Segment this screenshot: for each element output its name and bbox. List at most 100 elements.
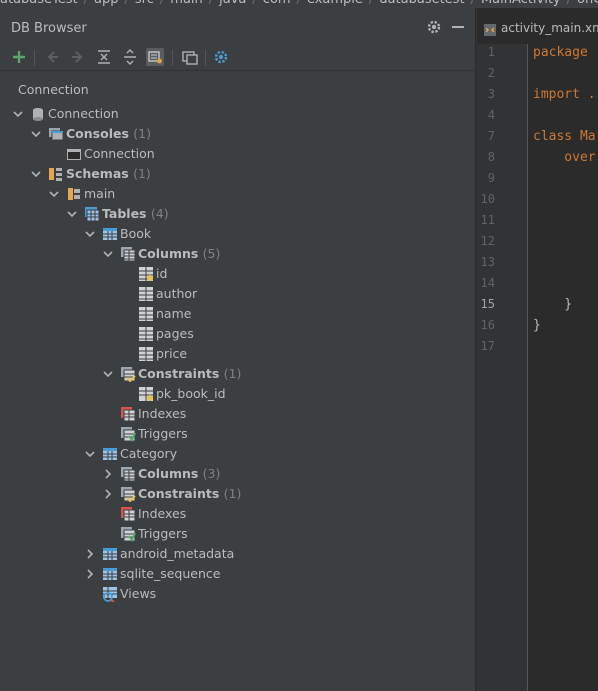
- line-number: 17: [480, 339, 495, 353]
- chevron-down-icon[interactable]: [84, 447, 96, 461]
- chevron-down-icon[interactable]: [102, 247, 114, 261]
- tree-node-text: Constraints: [138, 486, 220, 501]
- panel-title: DB Browser: [11, 21, 87, 36]
- chevron-down-icon[interactable]: [102, 367, 114, 381]
- breadcrumb-item[interactable]: DatabaseTest: [0, 0, 78, 7]
- tree-node-triggers[interactable]: Triggers: [0, 524, 475, 544]
- tree-node-text: Indexes: [138, 406, 187, 421]
- tree-node-indexes[interactable]: Indexes: [0, 504, 475, 524]
- line-gutter: 1 2 3 4 7 8 9 10 11 12 13 14 15 16 17: [477, 44, 528, 691]
- editor-tab[interactable]: activity_main.xml: [477, 20, 598, 40]
- tree-node-count: (4): [150, 206, 169, 221]
- table-icon: [102, 446, 118, 462]
- tree-node-count: (1): [133, 166, 151, 181]
- tree-node-count: (1): [223, 366, 242, 381]
- tree-node-price[interactable]: price: [0, 344, 475, 364]
- breadcrumb-item[interactable]: onCre: [577, 0, 598, 7]
- editor-tab-label: activity_main.xml: [501, 21, 598, 35]
- tree-node-name[interactable]: name: [0, 304, 475, 324]
- tree-node-text: id: [156, 266, 168, 281]
- tree-node-text: Constraints: [138, 366, 220, 381]
- indexes-icon: [120, 406, 136, 422]
- tree-node-category[interactable]: Category: [0, 444, 475, 464]
- chevron-down-icon[interactable]: [30, 127, 42, 141]
- back-icon[interactable]: [44, 48, 62, 66]
- toolbar-separator: [34, 50, 35, 66]
- tree-node-text: Book: [120, 226, 152, 241]
- chevron-right-icon[interactable]: [102, 467, 114, 481]
- tree-node-connection[interactable]: Connection: [0, 104, 475, 124]
- tree-node-label: Schemas (1): [66, 166, 151, 181]
- breadcrumb-item[interactable]: MainActivity: [481, 0, 561, 7]
- minimize-icon[interactable]: [452, 26, 464, 28]
- chevron-right-icon[interactable]: [84, 567, 96, 581]
- breadcrumb-separator: /: [209, 0, 213, 7]
- tree-node-pages[interactable]: pages: [0, 324, 475, 344]
- tree-node-label: main: [84, 186, 115, 201]
- tree-node-text: Views: [120, 586, 157, 601]
- breadcrumb-item[interactable]: java: [219, 0, 246, 7]
- views-icon: [102, 586, 118, 603]
- code-line: }: [533, 297, 573, 312]
- line-number: 11: [480, 213, 495, 227]
- line-number: 4: [487, 108, 495, 122]
- tree-node-id[interactable]: id: [0, 264, 475, 284]
- tree-node-constraints[interactable]: Constraints (1): [0, 484, 475, 504]
- breadcrumb-item[interactable]: main: [170, 0, 202, 7]
- breadcrumb-item[interactable]: src: [135, 0, 154, 7]
- settings-icon[interactable]: [212, 48, 230, 66]
- chevron-down-icon[interactable]: [84, 227, 96, 241]
- tree-node-count: (3): [202, 466, 221, 481]
- breadcrumb-item[interactable]: databasetest: [379, 0, 464, 7]
- tree-node-text: Tables: [102, 206, 147, 221]
- tree-node-views[interactable]: Views: [0, 584, 475, 604]
- code-line: class Ma: [533, 129, 596, 144]
- tree-node-connection[interactable]: Connection: [0, 144, 475, 164]
- expand-all-icon[interactable]: [121, 48, 139, 66]
- tree-node-author[interactable]: author: [0, 284, 475, 304]
- breadcrumb-item[interactable]: app: [94, 0, 118, 7]
- tree-node-pk-book-id[interactable]: pk_book_id: [0, 384, 475, 404]
- tree-node-constraints[interactable]: Constraints (1): [0, 364, 475, 384]
- chevron-right-icon[interactable]: [102, 487, 114, 501]
- tree-node-columns[interactable]: Columns (5): [0, 244, 475, 264]
- column-icon: [138, 286, 154, 302]
- chevron-down-icon[interactable]: [30, 167, 42, 181]
- tree-node-text: Consoles: [66, 126, 129, 141]
- tree-node-sqlite-sequence[interactable]: sqlite_sequence: [0, 564, 475, 584]
- tree-node-triggers[interactable]: Triggers: [0, 424, 475, 444]
- gear-icon[interactable]: [426, 19, 442, 35]
- filter-icon[interactable]: [146, 48, 164, 66]
- chevron-down-icon[interactable]: [66, 207, 78, 221]
- chevron-down-icon[interactable]: [48, 187, 60, 201]
- tree-node-android-metadata[interactable]: android_metadata: [0, 544, 475, 564]
- tree-node-text: android_metadata: [120, 546, 235, 561]
- tree-node-label: Constraints (1): [138, 486, 241, 501]
- tree-node-consoles[interactable]: Consoles (1): [0, 124, 475, 144]
- console-icon: [66, 146, 82, 162]
- tree-node-indexes[interactable]: Indexes: [0, 404, 475, 424]
- tree-node-text: name: [156, 306, 192, 321]
- line-number: 9: [487, 171, 495, 185]
- collapse-all-icon[interactable]: [95, 48, 113, 66]
- breadcrumb-item[interactable]: example: [307, 0, 363, 7]
- forward-icon[interactable]: [68, 48, 86, 66]
- tree-node-label: Columns (3): [138, 466, 220, 481]
- tree-node-book[interactable]: Book: [0, 224, 475, 244]
- panel-header: DB Browser: [0, 18, 475, 40]
- add-icon[interactable]: [10, 48, 28, 66]
- code-area[interactable]: package import . class Ma over }}: [533, 44, 598, 691]
- database-icon: [30, 106, 46, 122]
- tree-node-text: pages: [156, 326, 194, 341]
- chevron-down-icon[interactable]: [12, 107, 24, 121]
- line-number: 7: [487, 129, 495, 143]
- tree-node-tables[interactable]: Tables (4): [0, 204, 475, 224]
- open-console-icon[interactable]: [181, 48, 199, 66]
- chevron-right-icon[interactable]: [84, 547, 96, 561]
- tree-node-columns[interactable]: Columns (3): [0, 464, 475, 484]
- tree-node-main[interactable]: main: [0, 184, 475, 204]
- breadcrumb-item[interactable]: com: [263, 0, 291, 7]
- connection-tab[interactable]: Connection: [18, 82, 89, 97]
- tree-node-schemas[interactable]: Schemas (1): [0, 164, 475, 184]
- toolbar-separator: [205, 50, 206, 66]
